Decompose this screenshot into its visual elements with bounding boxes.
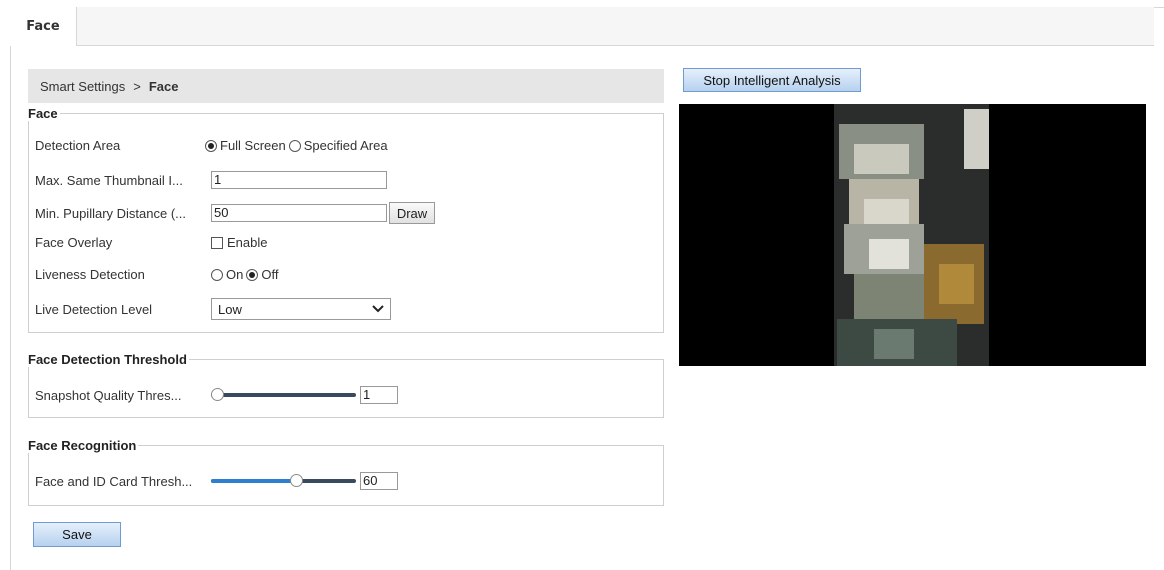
liveness-off-radio[interactable]: Off bbox=[246, 267, 278, 282]
recognition-section-legend: Face Recognition bbox=[28, 438, 137, 453]
live-level-value: Low bbox=[218, 301, 242, 317]
stop-analysis-button[interactable]: Stop Intelligent Analysis bbox=[683, 68, 861, 92]
snapshot-quality-slider[interactable] bbox=[211, 388, 356, 402]
live-video-preview[interactable] bbox=[679, 104, 1146, 366]
face-overlay-row: Face Overlay Enable bbox=[35, 235, 267, 250]
id-card-threshold-input[interactable]: 60 bbox=[360, 472, 398, 490]
id-card-threshold-label: Face and ID Card Thresh... bbox=[35, 473, 193, 489]
tab-face[interactable]: Face bbox=[10, 7, 77, 46]
full-screen-label: Full Screen bbox=[220, 138, 286, 153]
liveness-on-radio[interactable]: On bbox=[211, 267, 243, 282]
draw-button[interactable]: Draw bbox=[389, 202, 435, 224]
id-card-threshold-row: Face and ID Card Thresh... 60 bbox=[35, 472, 398, 490]
id-card-threshold-slider[interactable] bbox=[211, 474, 356, 488]
max-thumbnail-row: Max. Same Thumbnail I... 1 bbox=[35, 171, 387, 189]
min-pupillary-label: Min. Pupillary Distance (... bbox=[35, 205, 186, 221]
liveness-on-label: On bbox=[226, 267, 244, 282]
slider-knob[interactable] bbox=[290, 474, 304, 487]
threshold-section-legend: Face Detection Threshold bbox=[28, 352, 187, 367]
detection-area-row: Detection Area Full Screen Specified Are… bbox=[35, 138, 391, 153]
liveness-row: Liveness Detection On Off bbox=[35, 267, 281, 282]
specified-area-label: Specified Area bbox=[303, 138, 388, 153]
tab-bar: Face bbox=[10, 7, 1154, 46]
live-level-select[interactable]: Low bbox=[211, 298, 391, 320]
threshold-section: Face Detection Threshold bbox=[28, 352, 664, 418]
full-screen-radio[interactable]: Full Screen bbox=[205, 138, 286, 153]
radio-empty-icon bbox=[288, 139, 301, 152]
breadcrumb-parent: Smart Settings bbox=[40, 78, 126, 94]
slider-track bbox=[211, 393, 356, 397]
face-overlay-label: Face Overlay bbox=[35, 235, 113, 250]
snapshot-quality-row: Snapshot Quality Thres... 1 bbox=[35, 386, 398, 404]
breadcrumb: Smart Settings > Face bbox=[28, 69, 664, 103]
max-thumbnail-input[interactable]: 1 bbox=[211, 171, 387, 189]
enable-checkbox[interactable] bbox=[211, 236, 223, 249]
enable-label: Enable bbox=[227, 235, 268, 250]
breadcrumb-current: Face bbox=[148, 78, 179, 94]
live-level-row: Live Detection Level Low bbox=[35, 298, 391, 320]
breadcrumb-separator: > bbox=[133, 78, 141, 94]
save-button[interactable]: Save bbox=[33, 522, 121, 547]
radio-empty-icon bbox=[211, 268, 223, 281]
face-section-legend: Face bbox=[28, 106, 58, 121]
chevron-down-icon bbox=[372, 305, 384, 313]
slider-knob[interactable] bbox=[211, 388, 224, 401]
slider-fill bbox=[211, 479, 297, 483]
video-frame-image bbox=[679, 104, 1146, 366]
live-level-label: Live Detection Level bbox=[35, 301, 153, 317]
max-thumbnail-label: Max. Same Thumbnail I... bbox=[35, 172, 183, 188]
detection-area-label: Detection Area bbox=[35, 138, 121, 153]
min-pupillary-input[interactable]: 50 bbox=[211, 204, 387, 222]
radio-selected-icon bbox=[246, 268, 259, 281]
radio-selected-icon bbox=[205, 139, 217, 152]
liveness-label: Liveness Detection bbox=[35, 267, 145, 282]
liveness-off-label: Off bbox=[261, 267, 279, 282]
min-pupillary-row: Min. Pupillary Distance (... 50 Draw bbox=[35, 202, 435, 224]
snapshot-quality-input[interactable]: 1 bbox=[360, 386, 398, 404]
specified-area-radio[interactable]: Specified Area bbox=[288, 138, 388, 153]
snapshot-quality-label: Snapshot Quality Thres... bbox=[35, 387, 182, 403]
